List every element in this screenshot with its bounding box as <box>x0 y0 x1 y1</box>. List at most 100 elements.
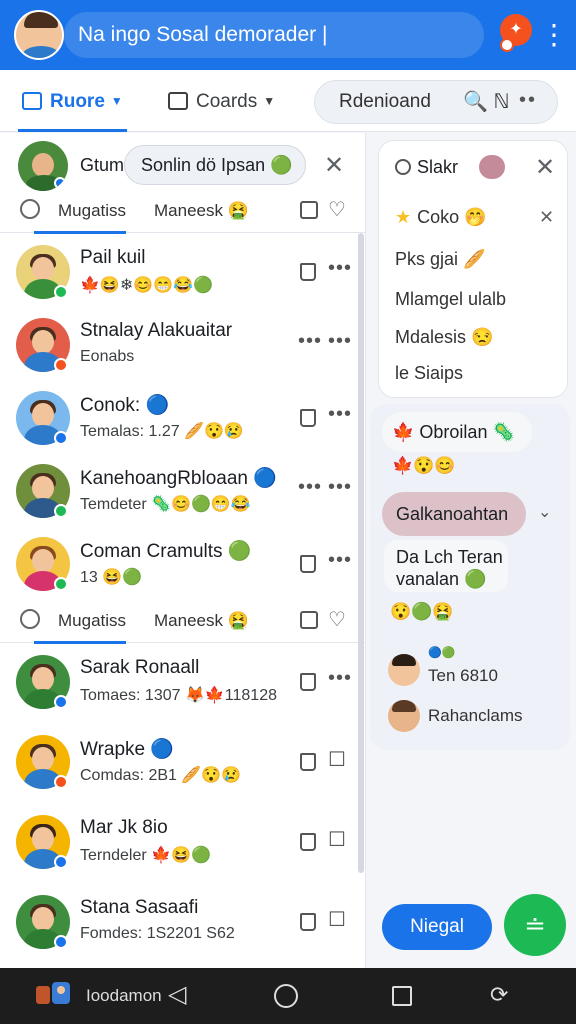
home-icon[interactable] <box>274 984 298 1008</box>
chat-bubble[interactable]: 🍁 Obroilan 🦠 <box>382 412 532 452</box>
bookmark-icon[interactable]: ☐ <box>328 827 347 852</box>
subtab-mugatiss[interactable]: Mugatiss <box>33 201 127 234</box>
close-icon[interactable]: ✕ <box>535 153 555 182</box>
contact-avatar[interactable] <box>388 654 420 686</box>
heart-icon[interactable]: ♡ <box>328 607 346 632</box>
contact-name: Conok: 🔵 <box>80 395 170 416</box>
toggle-pill[interactable] <box>479 155 505 179</box>
more-options-icon[interactable]: ⋮ <box>540 18 568 52</box>
recent-apps-icon[interactable] <box>392 986 412 1006</box>
contact-name: Coman Cramults 🟢 <box>80 541 252 562</box>
reaction-emojis: 🍁😯😊 <box>392 456 456 475</box>
chevron-down-icon: ▼ <box>263 94 276 108</box>
more-dots-icon[interactable]: •• <box>519 79 537 121</box>
tab-search-input[interactable]: Rdenioand 🔍 ℕ •• <box>314 80 558 124</box>
rotate-icon[interactable]: ⟳ <box>490 982 508 1008</box>
new-message-button[interactable]: Niegal <box>382 904 492 950</box>
thumbs-up-icon[interactable] <box>300 913 316 931</box>
thumbs-up-icon[interactable] <box>300 753 316 771</box>
list-item[interactable]: Wrapke 🔵 Comdas: 2B1 🥖😯😢 ☐ <box>0 725 360 798</box>
bookmark-icon[interactable]: ☐ <box>328 907 347 932</box>
copy-icon[interactable] <box>300 611 318 629</box>
chat-preview-panel: 🍁 Obroilan 🦠 🍁😯😊 Galkanoahtan ⌄ Da Lch T… <box>370 404 570 750</box>
contact-preview: Temalas: 1.27 🥖😯😢 <box>80 423 244 440</box>
copy-icon[interactable] <box>300 201 318 219</box>
profile-avatar[interactable] <box>14 10 64 60</box>
more-dots-icon[interactable]: ••• <box>328 330 352 353</box>
smiley-icon[interactable] <box>20 609 40 629</box>
tab-coards[interactable]: Coards ▼ <box>168 70 275 132</box>
suggestion-item[interactable]: Pks gjai 🥖 <box>395 249 485 270</box>
app-logo-icon[interactable] <box>32 978 76 1012</box>
status-badge <box>54 695 68 709</box>
suggestions-title-text: Slakr <box>417 157 459 177</box>
chevron-down-icon[interactable]: ⌄ <box>538 502 551 522</box>
list-item[interactable]: Stana Sasaafi Fomdes: 1S2201 S62 ☐ <box>0 885 360 958</box>
status-badge <box>54 935 68 949</box>
contact-name: Stnalay Alakuaitar <box>80 320 233 341</box>
suggestion-item[interactable]: ★ Coko 🤭 <box>395 207 487 228</box>
chat-bubble[interactable]: Da Lch Teran vanalan 🟢 <box>384 540 508 592</box>
contact-name: Wrapke 🔵 <box>80 739 175 760</box>
more-dots-icon[interactable]: ••• <box>328 403 352 426</box>
bookmark-icon[interactable]: ☐ <box>328 747 347 772</box>
list-item[interactable]: Coman Cramults 🟢 13 😆🟢 ••• <box>0 527 360 600</box>
list-item[interactable]: KanehoangRbloaan 🔵 Temdeter 🦠😊🟢😁😂 ••• ••… <box>0 454 360 527</box>
list-item[interactable]: Conok: 🔵 Temalas: 1.27 🥖😯😢 ••• <box>0 381 360 454</box>
smiley-icon[interactable] <box>20 199 40 219</box>
contact-name: KanehoangRbloaan 🔵 <box>80 468 277 489</box>
subtab-maneesk[interactable]: Maneesk 🤮 <box>154 201 249 221</box>
thumbs-up-icon[interactable] <box>300 833 316 851</box>
list-item[interactable]: Pail kuil 🍁😆❄😊😁😂🟢 ••• <box>0 235 360 308</box>
thumbs-up-icon[interactable] <box>300 555 316 573</box>
subtab-maneesk[interactable]: Maneesk 🤮 <box>154 611 249 631</box>
thumbs-up-icon[interactable] <box>300 409 316 427</box>
tab-coards-label: Coards <box>196 91 258 112</box>
contact-preview: 🍁😆❄😊😁😂🟢 <box>80 277 213 294</box>
list-header-title: Gtum <box>80 155 125 175</box>
more-dots-icon[interactable]: ••• <box>328 476 352 499</box>
more-dots-icon[interactable]: ••• <box>298 330 322 353</box>
contact-avatar[interactable] <box>388 700 420 732</box>
subtab-mugatiss[interactable]: Mugatiss <box>33 611 127 644</box>
suggestion-item[interactable]: le Siaips <box>395 363 463 384</box>
contact-name: Sarak Ronaall <box>80 657 200 678</box>
status-badge <box>54 285 68 299</box>
group-avatar[interactable] <box>18 141 68 191</box>
more-dots-icon[interactable]: ••• <box>298 476 322 499</box>
thumbs-up-icon[interactable] <box>300 263 316 281</box>
back-icon[interactable]: ◁ <box>168 980 186 1009</box>
star-icon: ★ <box>395 207 412 227</box>
suggestion-item[interactable]: Mlamgel ulalb <box>395 289 506 310</box>
reaction-emojis: 😯🟢🤮 <box>390 602 454 621</box>
contact-label: Ten 6810 <box>428 666 498 685</box>
contact-preview: Comdas: 2B1 🥖😯😢 <box>80 767 242 784</box>
status-badge <box>54 855 68 869</box>
list-item[interactable]: Sarak Ronaall Tomaes: 1307 🦊🍁118128 ••• <box>0 645 360 718</box>
suggestion-item[interactable]: Mdalesis 😒 <box>395 327 493 348</box>
status-badge <box>54 431 68 445</box>
tab-ruore[interactable]: Ruore ▼ <box>18 70 127 132</box>
contact-name: Mar Jk 8io <box>80 817 168 838</box>
list-item[interactable]: Stnalay Alakuaitar Eonabs ••• ••• <box>0 308 360 381</box>
chat-bubble-highlighted[interactable]: Galkanoahtan <box>382 492 526 536</box>
contact-name: Pail kuil <box>80 247 146 268</box>
dismiss-icon[interactable]: ✕ <box>539 207 554 228</box>
search-icon[interactable]: 🔍 ℕ <box>463 81 509 123</box>
nav-app-label: Ioodamon <box>86 986 162 1005</box>
list-item[interactable]: Mar Jk 8io Terndeler 🍁😆🟢 ☐ <box>0 805 360 878</box>
close-icon[interactable]: ✕ <box>324 151 344 180</box>
more-dots-icon[interactable]: ••• <box>328 257 352 280</box>
status-badge <box>54 504 68 518</box>
thumbs-up-icon[interactable] <box>300 673 316 691</box>
filter-chip[interactable]: Sonlin dö Ipsan 🟢 <box>124 145 306 185</box>
subtab-row: Mugatiss Maneesk 🤮 ♡ <box>0 189 365 234</box>
more-dots-icon[interactable]: ••• <box>328 549 352 572</box>
contact-preview: Tomaes: 1307 🦊🍁118128 <box>80 687 277 704</box>
heart-icon[interactable]: ♡ <box>328 197 346 222</box>
top-search-field[interactable]: Na ingo Sosal demorader | <box>64 12 484 58</box>
more-dots-icon[interactable]: ••• <box>328 667 352 690</box>
notification-dot <box>500 38 514 52</box>
compose-fab-icon[interactable]: ≐ <box>504 894 566 956</box>
scrollbar[interactable] <box>358 233 364 873</box>
